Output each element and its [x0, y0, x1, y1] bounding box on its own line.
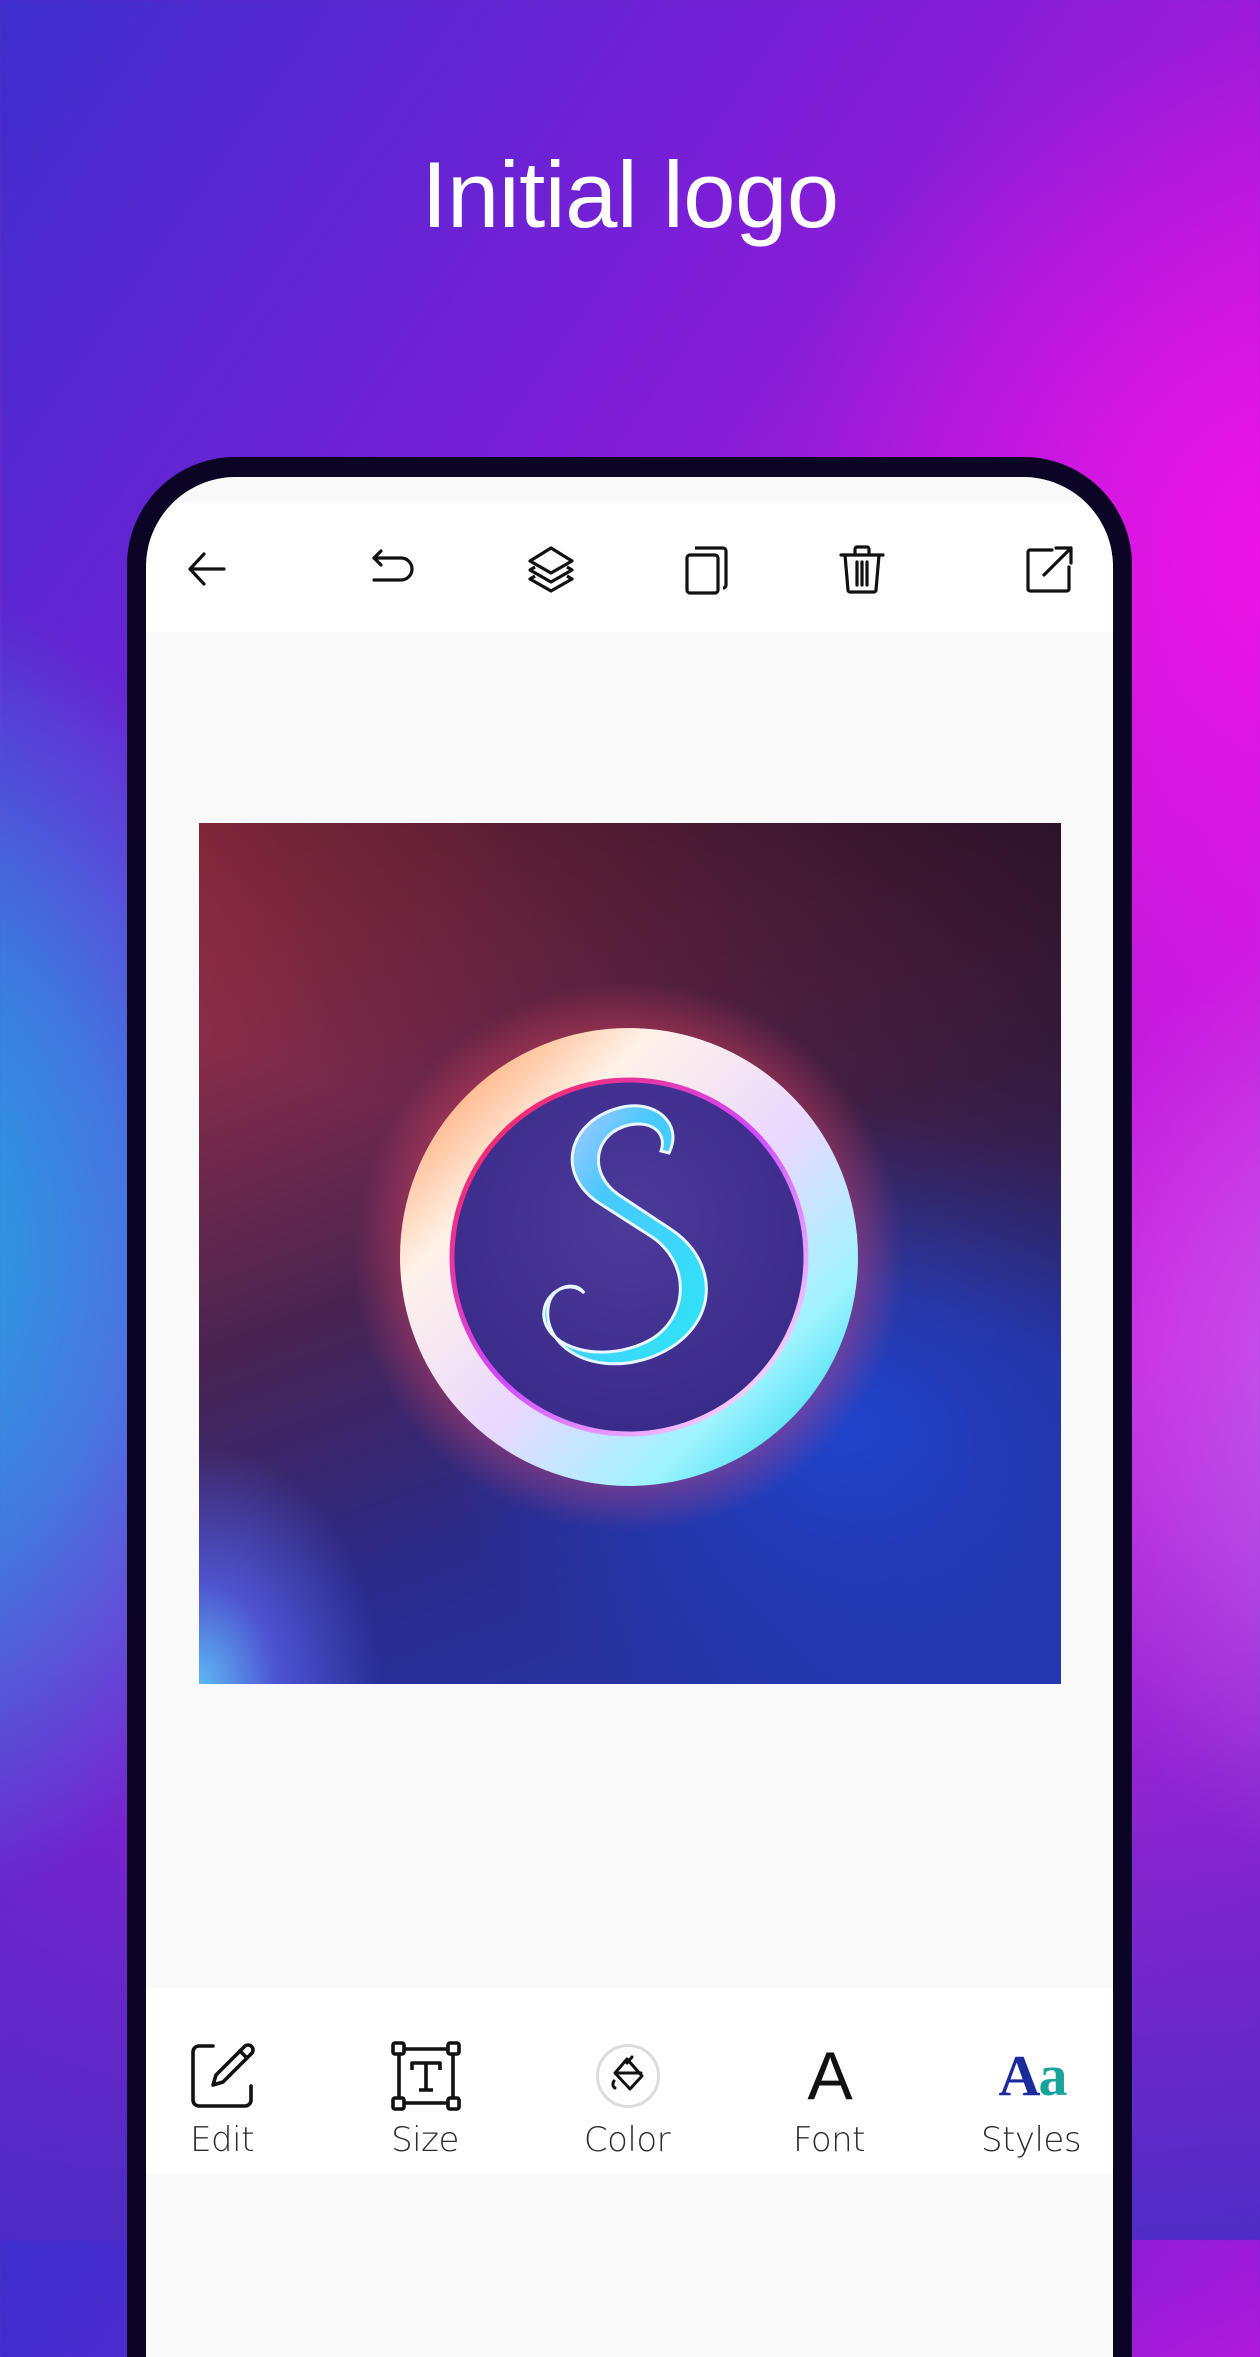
color-button[interactable]: Color	[547, 1988, 707, 2174]
delete-button[interactable]	[836, 543, 888, 595]
duplicate-button[interactable]	[680, 543, 732, 595]
edit-label: Edit	[190, 2120, 254, 2160]
logo-image[interactable]	[199, 823, 1061, 1684]
status-bar	[146, 477, 1113, 503]
font-letter-icon: A	[807, 2038, 853, 2114]
layers-button[interactable]	[525, 543, 577, 595]
headline: Initial logo	[421, 142, 839, 247]
app-screen: Edit Size Color A Font Aa Styles	[146, 477, 1113, 2357]
phone-frame: Edit Size Color A Font Aa Styles	[127, 457, 1132, 2357]
undo-button[interactable]	[367, 543, 419, 595]
logo-inner-disc	[449, 1077, 809, 1437]
logo-graphic	[354, 982, 904, 1532]
color-swatch-ring	[596, 2044, 660, 2108]
design-canvas[interactable]	[146, 632, 1113, 1988]
layers-icon	[528, 546, 574, 593]
font-label: Font	[792, 2120, 866, 2160]
styles-icon-upper: A	[998, 2043, 1041, 2108]
bottom-toolbar: Edit Size Color A Font Aa Styles	[146, 1988, 1113, 2174]
top-toolbar	[146, 503, 1113, 632]
size-button[interactable]: Size	[345, 1988, 505, 2174]
export-button[interactable]	[1024, 543, 1076, 595]
styles-icon-lower: a	[1038, 2043, 1067, 2108]
trash-icon	[839, 545, 885, 594]
styles-button[interactable]: Aa Styles	[951, 1988, 1111, 2174]
styles-label: Styles	[980, 2120, 1082, 2160]
color-label: Color	[583, 2120, 671, 2160]
font-button[interactable]: A Font	[749, 1988, 909, 2174]
undo-icon	[372, 549, 414, 582]
paint-bucket-icon	[611, 2055, 644, 2091]
back-button[interactable]	[181, 543, 233, 595]
edit-pencil-icon	[191, 2043, 255, 2108]
copy-icon	[685, 546, 728, 595]
text-size-box-icon	[391, 2041, 461, 2111]
styles-aa-icon: Aa	[998, 2040, 1068, 2112]
size-label: Size	[391, 2120, 459, 2160]
share-external-icon	[1026, 546, 1073, 593]
edit-button[interactable]: Edit	[146, 1988, 302, 2174]
arrow-left-icon	[188, 552, 226, 586]
